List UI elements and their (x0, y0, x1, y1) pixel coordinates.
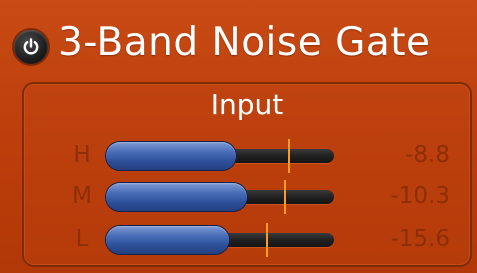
meter-row-high: H -8.8 (24, 139, 470, 173)
meter-row-mid: M -10.3 (24, 180, 470, 214)
meter-track-mid (106, 180, 334, 214)
input-panel-title: Input (210, 88, 284, 121)
meter-value-mid: -10.3 (390, 183, 450, 209)
meter-label-high: H (73, 142, 91, 168)
meter-value-low: -15.6 (390, 226, 450, 252)
meter-label-mid: M (72, 183, 92, 209)
peak-marker-mid (283, 180, 286, 214)
meter-fill-high (106, 142, 236, 170)
peak-marker-low (265, 223, 268, 257)
meter-fill-mid (106, 183, 248, 211)
meter-track-low (106, 223, 334, 257)
input-panel: Input H -8.8 M -10.3 L -15.6 (22, 82, 472, 267)
power-button[interactable] (14, 30, 48, 64)
meter-label-low: L (75, 226, 89, 252)
noise-gate-plugin: 3-Band Noise Gate Input H -8.8 M -10.3 L (0, 0, 477, 273)
meter-fill-low (106, 226, 230, 254)
power-icon (23, 38, 39, 55)
plugin-title: 3-Band Noise Gate (58, 20, 431, 65)
meter-track-high (106, 139, 334, 173)
peak-marker-high (288, 139, 291, 173)
meter-row-low: L -15.6 (24, 223, 470, 257)
meter-value-high: -8.8 (405, 142, 450, 168)
